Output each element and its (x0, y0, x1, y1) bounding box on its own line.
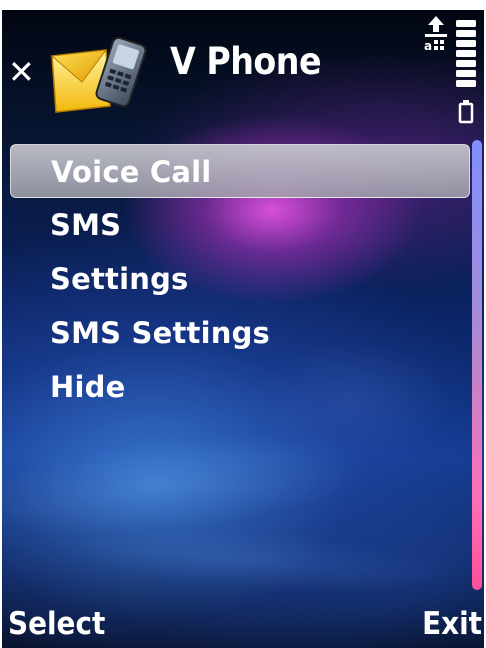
menu-item-hide[interactable]: Hide (10, 360, 470, 414)
network-transfer-icon: a (424, 16, 447, 53)
select-softkey[interactable]: Select (8, 600, 105, 648)
scrollbar-thumb[interactable] (472, 140, 482, 590)
screen: ✕ V Phone a Voice Call SMS Settings SMS … (2, 10, 484, 648)
signal-strength-icon (456, 20, 476, 87)
title-bar: ✕ V Phone a (2, 10, 484, 130)
menu-item-voice-call[interactable]: Voice Call (10, 144, 470, 198)
battery-icon (458, 100, 474, 124)
app-icon (50, 36, 147, 113)
close-icon[interactable]: ✕ (8, 56, 35, 88)
scrollbar[interactable] (472, 140, 482, 590)
softkey-bar: Select Exit (2, 600, 484, 648)
svg-text:a: a (424, 39, 432, 53)
phone-frame: ✕ V Phone a Voice Call SMS Settings SMS … (0, 0, 486, 648)
menu-item-sms[interactable]: SMS (10, 198, 470, 252)
menu-item-sms-settings[interactable]: SMS Settings (10, 306, 470, 360)
exit-softkey[interactable]: Exit (422, 600, 482, 648)
main-menu: Voice Call SMS Settings SMS Settings Hid… (10, 144, 470, 414)
menu-item-settings[interactable]: Settings (10, 252, 470, 306)
app-title: V Phone (170, 40, 322, 83)
status-indicators: a (424, 16, 476, 124)
wallpaper-streak (60, 516, 444, 604)
